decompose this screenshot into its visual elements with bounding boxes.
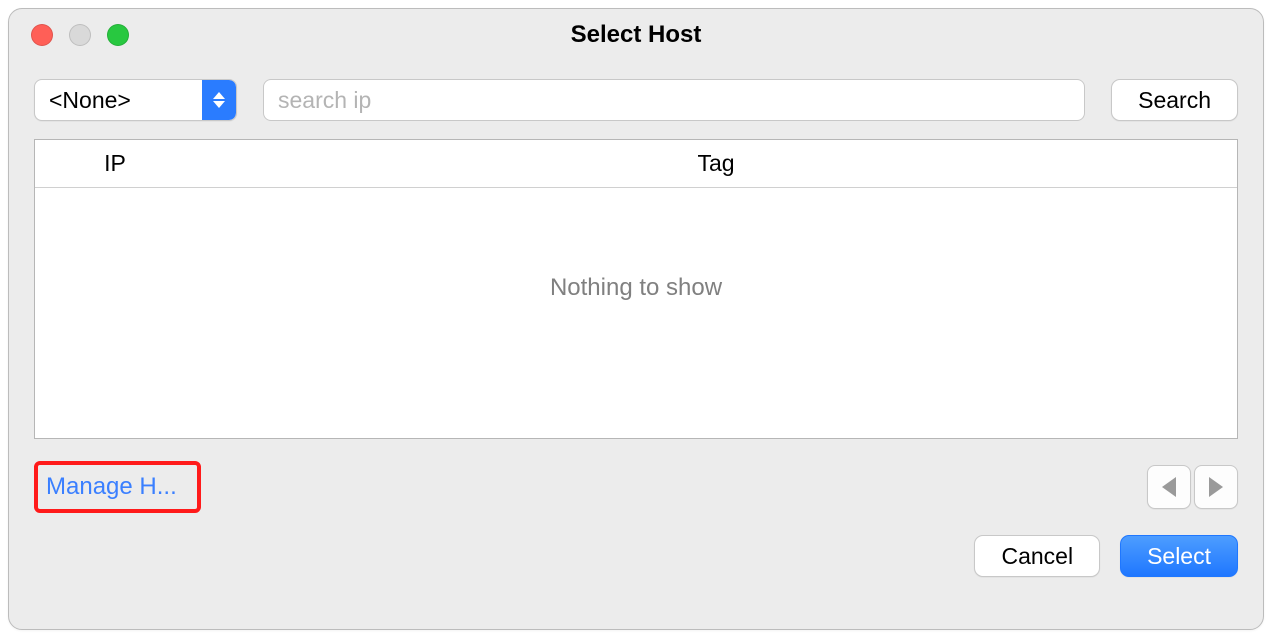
manage-hosts-link[interactable]: Manage H... — [46, 473, 177, 500]
chevron-left-icon — [1162, 477, 1176, 497]
select-host-dialog: Select Host <None> Search IP Tag Nothing… — [8, 8, 1264, 630]
table-empty-state: Nothing to show — [35, 188, 1237, 438]
search-ip-input[interactable] — [263, 79, 1085, 121]
empty-message: Nothing to show — [550, 274, 722, 302]
window-title: Select Host — [9, 21, 1263, 49]
footer-row-2: Cancel Select — [9, 513, 1263, 577]
filter-dropdown-label: <None> — [35, 87, 202, 114]
chevron-right-icon — [1209, 477, 1223, 497]
column-header-ip[interactable]: IP — [35, 150, 195, 177]
column-header-tag[interactable]: Tag — [195, 150, 1237, 177]
cancel-button[interactable]: Cancel — [974, 535, 1100, 577]
pager — [1147, 465, 1238, 509]
titlebar: Select Host — [9, 9, 1263, 61]
footer-row-1: Manage H... — [9, 439, 1263, 513]
page-prev-button[interactable] — [1147, 465, 1191, 509]
traffic-lights — [9, 24, 129, 46]
minimize-window-button[interactable] — [69, 24, 91, 46]
page-next-button[interactable] — [1194, 465, 1238, 509]
zoom-window-button[interactable] — [107, 24, 129, 46]
search-button[interactable]: Search — [1111, 79, 1238, 121]
toolbar: <None> Search — [9, 61, 1263, 131]
dropdown-arrows-icon — [202, 80, 236, 120]
select-button[interactable]: Select — [1120, 535, 1238, 577]
close-window-button[interactable] — [31, 24, 53, 46]
table-header: IP Tag — [35, 140, 1237, 188]
host-table: IP Tag Nothing to show — [34, 139, 1238, 439]
filter-dropdown[interactable]: <None> — [34, 79, 237, 121]
manage-hosts-highlight: Manage H... — [34, 461, 201, 513]
